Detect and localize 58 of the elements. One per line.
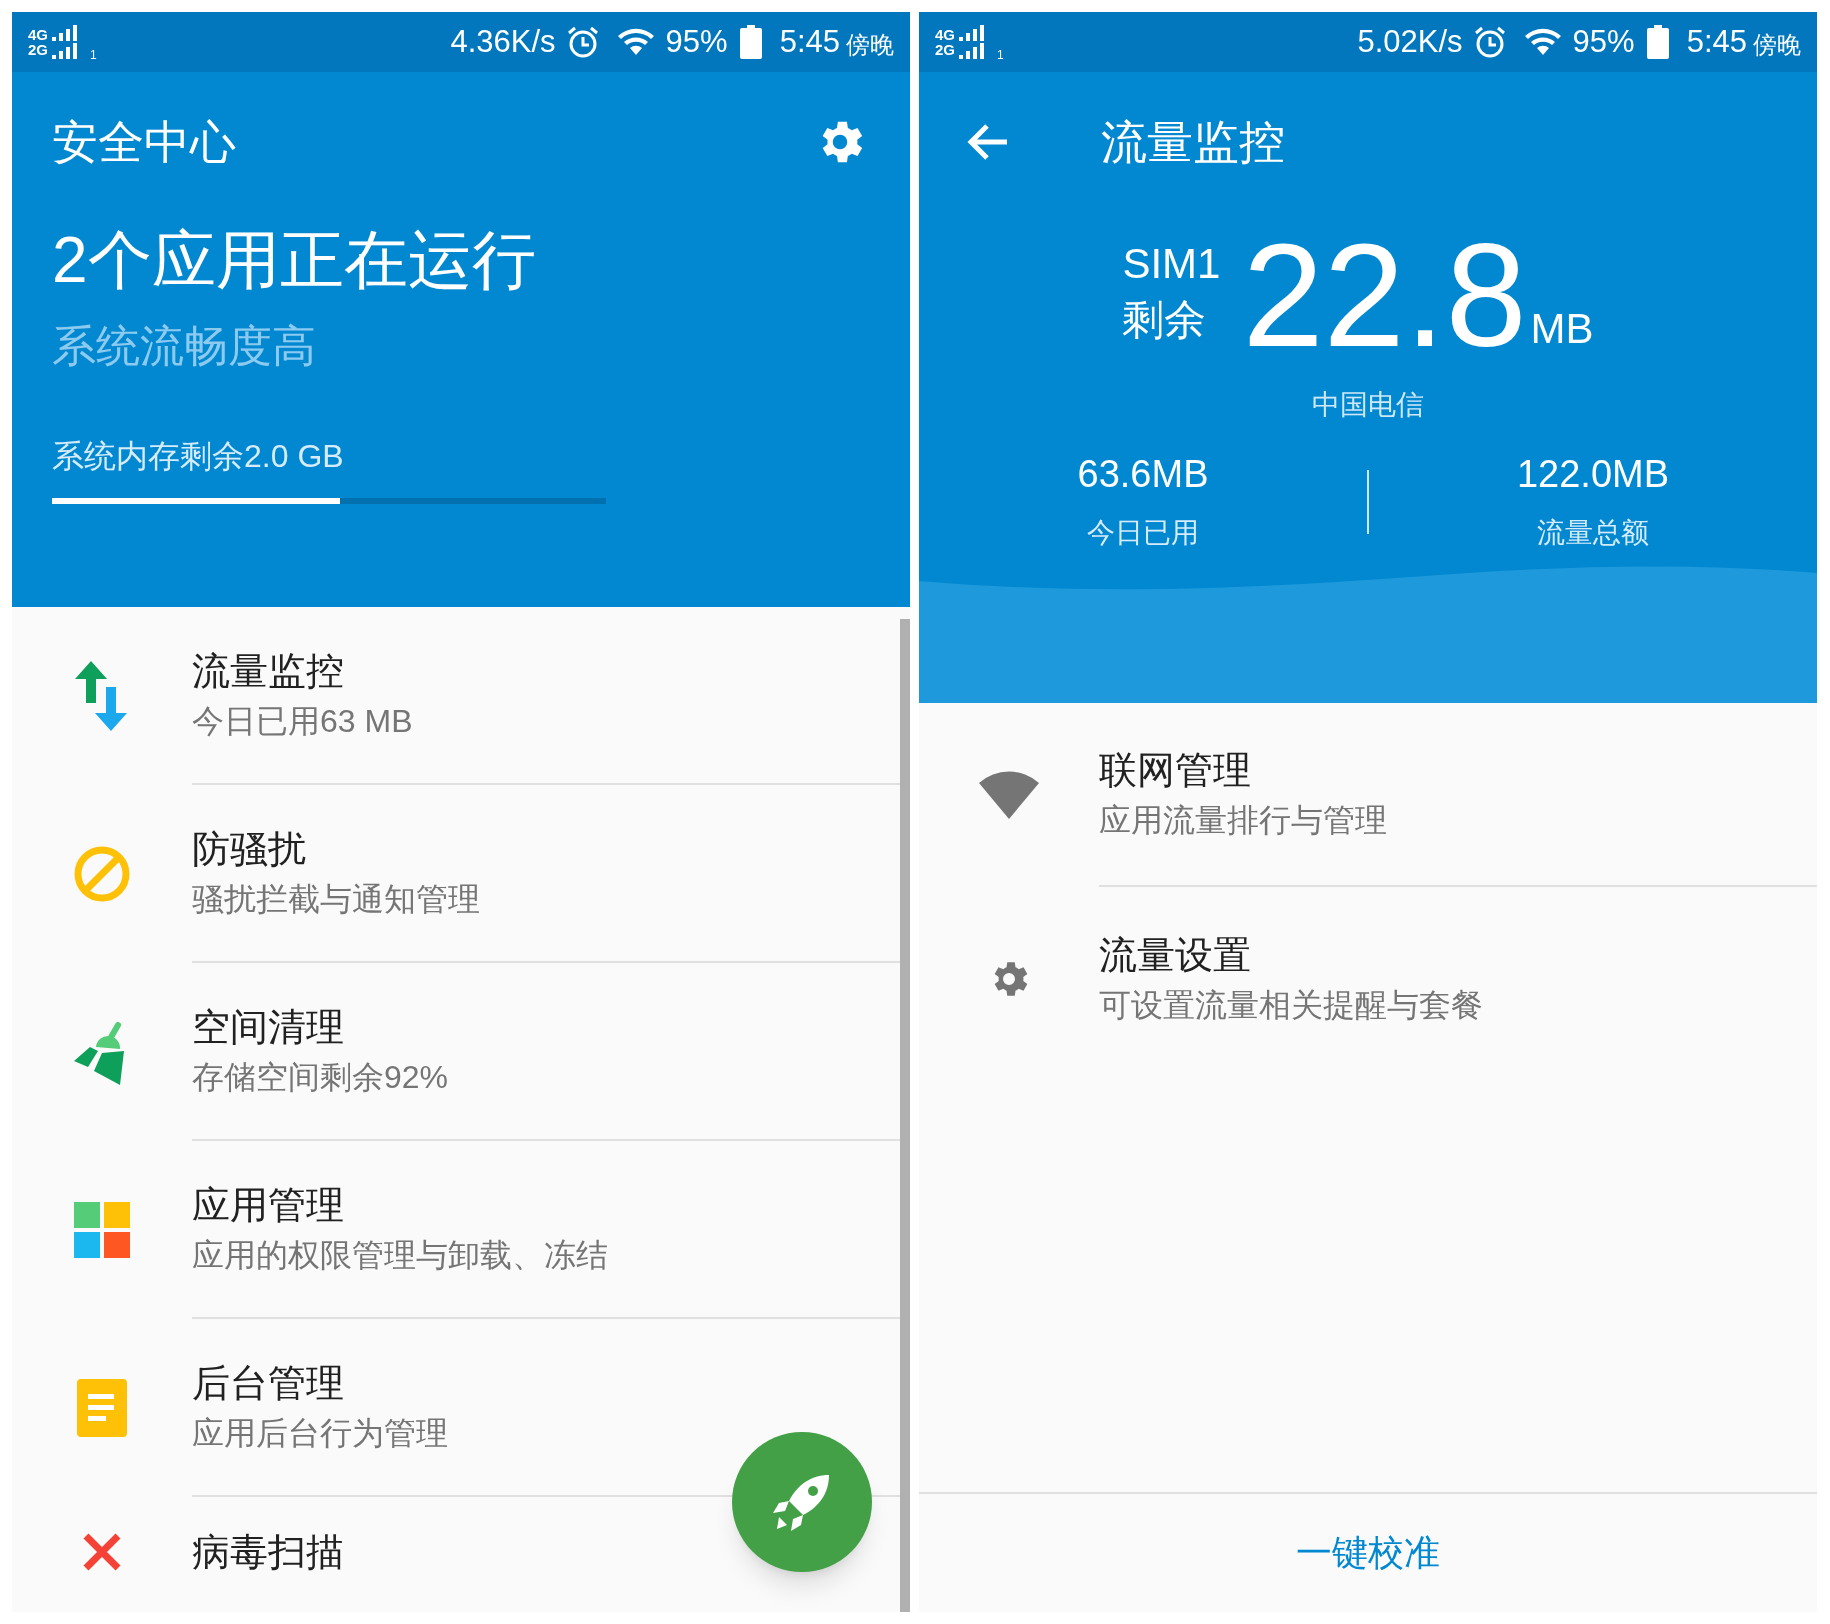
alarm-icon	[565, 25, 600, 59]
document-icon	[77, 1379, 127, 1437]
sim-label: 1	[997, 47, 1004, 64]
battery-icon	[739, 25, 762, 59]
carrier-name: 中国电信	[1312, 388, 1424, 422]
running-apps-headline: 2个应用正在运行	[52, 223, 537, 298]
alarm-icon	[1472, 25, 1507, 59]
item-title: 流量设置	[1099, 933, 1252, 978]
network-type-label: 2G	[935, 42, 955, 57]
battery-icon	[1646, 25, 1669, 59]
network-type-label: 2G	[28, 42, 48, 57]
item-subtitle: 可设置流量相关提醒与套餐	[1099, 986, 1484, 1025]
sim-label: SIM1	[1122, 239, 1221, 289]
clock-time: 5:45	[779, 22, 840, 61]
time-period: 傍晚	[846, 30, 894, 60]
memory-remaining-label: 系统内存剩余2.0 GB	[52, 437, 345, 476]
battery-percent: 95%	[665, 22, 728, 61]
back-arrow-icon	[965, 122, 1009, 162]
remaining-data-value: 22.8	[1242, 226, 1527, 366]
item-title: 空间清理	[192, 1005, 345, 1050]
network-speed: 4.36K/s	[450, 22, 556, 61]
item-subtitle: 应用的权限管理与卸载、冻结	[192, 1236, 609, 1275]
app-title: 安全中心	[52, 114, 236, 170]
item-title: 应用管理	[192, 1183, 345, 1228]
item-subtitle: 存储空间剩余92%	[192, 1058, 450, 1097]
item-subtitle: 应用流量排行与管理	[1099, 801, 1388, 840]
clock-time: 5:45	[1686, 22, 1747, 61]
list-item[interactable]: 流量设置 可设置流量相关提醒与套餐	[919, 887, 1817, 1071]
battery-percent: 95%	[1572, 22, 1635, 61]
prohibited-icon	[73, 845, 131, 903]
network-type-label: 4G	[28, 27, 48, 42]
system-status-subtitle: 系统流畅度高	[52, 320, 317, 372]
network-speed: 5.02K/s	[1357, 22, 1463, 61]
item-subtitle: 应用后台行为管理	[192, 1414, 449, 1453]
stat-label: 今日已用	[1087, 516, 1199, 550]
item-title: 联网管理	[1099, 748, 1252, 793]
stat-label: 流量总额	[1537, 516, 1649, 550]
item-subtitle: 骚扰拦截与通知管理	[192, 880, 481, 919]
signal-wedge-icon	[979, 771, 1039, 819]
item-title: 病毒扫描	[192, 1530, 345, 1575]
calibrate-link[interactable]: 一键校准	[1296, 1526, 1440, 1580]
time-period: 傍晚	[1753, 30, 1801, 60]
four-squares-icon	[74, 1202, 130, 1258]
item-subtitle: 今日已用63 MB	[192, 702, 414, 741]
item-title: 防骚扰	[192, 827, 307, 872]
network-type-label: 4G	[935, 27, 955, 42]
list-item[interactable]: 联网管理 应用流量排行与管理	[919, 703, 1817, 887]
stat-value: 122.0MB	[1516, 452, 1670, 497]
list-item[interactable]: 应用管理 应用的权限管理与卸载、冻结	[12, 1141, 900, 1319]
up-down-arrows-icon	[74, 661, 130, 731]
item-title: 后台管理	[192, 1361, 345, 1406]
item-title: 流量监控	[192, 649, 345, 694]
list-item[interactable]: 病毒扫描	[12, 1497, 900, 1607]
data-unit: MB	[1530, 304, 1594, 354]
sim-label: 1	[90, 47, 97, 64]
remaining-label: 剩余	[1122, 295, 1208, 345]
stat-value: 63.6MB	[1077, 452, 1209, 497]
screen-title: 流量监控	[1101, 114, 1285, 170]
